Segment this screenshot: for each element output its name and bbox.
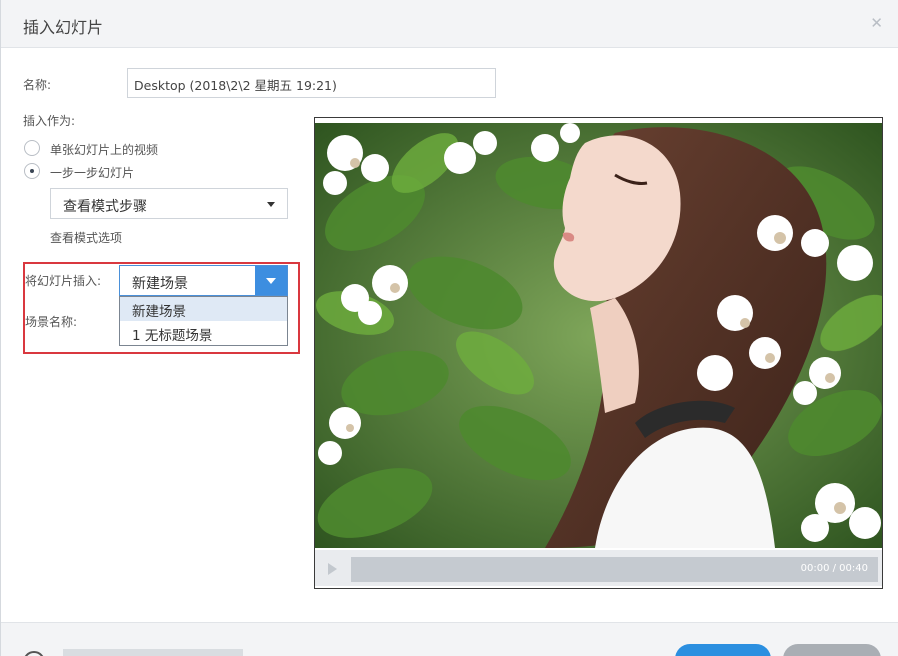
video-preview: 00:00 / 00:40	[314, 117, 883, 589]
play-icon[interactable]	[328, 563, 337, 575]
insert-as-label: 插入作为:	[23, 114, 76, 128]
scene-dropdown-list: 新建场景 1 无标题场景	[119, 296, 288, 346]
help-icon[interactable]	[23, 651, 45, 656]
scene-option-untitled[interactable]: 1 无标题场景	[120, 321, 287, 345]
view-mode-options-link[interactable]: 查看模式选项	[50, 229, 122, 246]
insert-slide-dialog: 插入幻灯片 ✕ 名称: Desktop (2018\2\2 星期五 19:21)…	[0, 0, 898, 656]
name-field[interactable]: Desktop (2018\2\2 星期五 19:21)	[127, 68, 496, 98]
preview-image	[315, 123, 882, 548]
scene-select[interactable]: 新建场景	[119, 265, 288, 296]
scene-name-label: 场景名称:	[25, 315, 78, 329]
radio-step-by-step[interactable]	[24, 163, 40, 179]
ok-button[interactable]	[675, 644, 771, 656]
footer-link[interactable]	[63, 649, 243, 656]
dropdown-arrow-icon[interactable]	[255, 266, 287, 295]
cancel-button[interactable]	[783, 644, 881, 656]
insert-slide-into-label: 将幻灯片插入:	[25, 274, 102, 288]
radio-single-slide-label: 单张幻灯片上的视频	[50, 143, 159, 157]
close-icon[interactable]: ✕	[870, 14, 883, 32]
seek-bar[interactable]: 00:00 / 00:40	[351, 557, 878, 582]
radio-single-slide[interactable]	[24, 140, 40, 156]
chevron-down-icon	[267, 202, 275, 207]
player-controls: 00:00 / 00:40	[315, 550, 882, 586]
scene-select-value: 新建场景	[132, 276, 188, 292]
view-mode-select-value: 查看模式步骤	[63, 199, 147, 215]
name-label: 名称:	[23, 78, 52, 92]
dialog-footer	[1, 622, 898, 656]
scene-option-new[interactable]: 新建场景	[120, 297, 287, 321]
time-display: 00:00 / 00:40	[800, 563, 868, 574]
view-mode-select[interactable]: 查看模式步骤	[50, 188, 288, 219]
dialog-titlebar: 插入幻灯片 ✕	[1, 0, 898, 48]
radio-step-by-step-label: 一步一步幻灯片	[50, 166, 135, 180]
dialog-title: 插入幻灯片	[23, 18, 104, 37]
